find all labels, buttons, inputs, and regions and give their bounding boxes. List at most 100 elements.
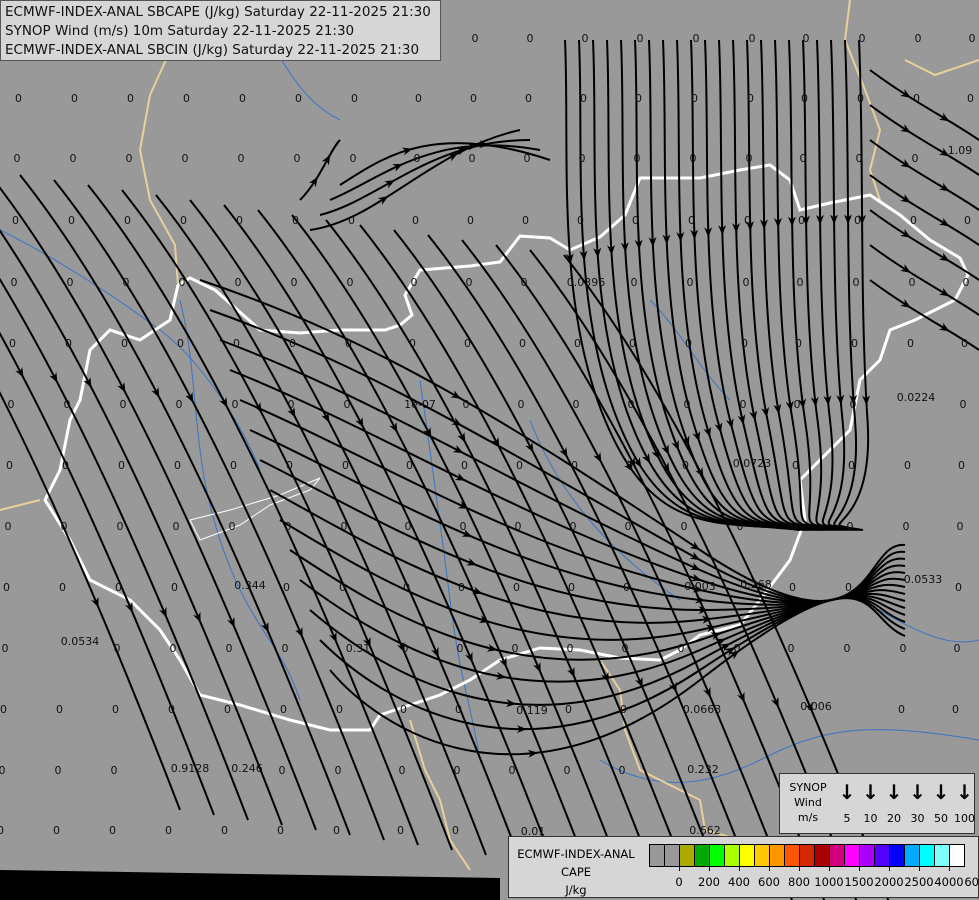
zero-value-label: 0 <box>622 642 629 655</box>
zero-value-label: 0 <box>461 459 468 472</box>
zero-value-label: 0 <box>123 276 130 289</box>
cin-value-label: 0.0534 <box>61 635 100 648</box>
wind-legend-item: ↓ 50 <box>930 782 952 825</box>
zero-value-label: 0 <box>464 337 471 350</box>
title-line-wind: SYNOP Wind (m/s) 10m Saturday 22-11-2025… <box>5 23 355 39</box>
zero-value-label: 0 <box>342 459 349 472</box>
zero-value-label: 0 <box>411 276 418 289</box>
zero-value-label: 0 <box>230 459 237 472</box>
zero-value-label: 0 <box>0 703 7 716</box>
zero-value-label: 0 <box>568 581 575 594</box>
zero-value-label: 0 <box>412 214 419 227</box>
zero-value-label: 0 <box>565 703 572 716</box>
zero-value-label: 0 <box>124 214 131 227</box>
zero-value-label: 0 <box>522 214 529 227</box>
zero-value-label: 0 <box>574 337 581 350</box>
zero-value-label: 0 <box>179 276 186 289</box>
zero-value-label: 0 <box>9 337 16 350</box>
zero-value-label: 0 <box>285 520 292 533</box>
zero-value-label: 0 <box>399 764 406 777</box>
weather-map[interactable]: 1.09 0.0396 0.0224 1e-07 0.0723 0.344 0.003 0.2… <box>0 0 979 900</box>
wind-legend-item: ↓ 20 <box>883 782 905 825</box>
cape-color-swatch <box>785 845 800 866</box>
zero-value-label: 0 <box>56 703 63 716</box>
zero-value-label: 0 <box>691 92 698 105</box>
cape-color-swatch <box>905 845 920 866</box>
zero-value-label: 0 <box>749 32 756 45</box>
cape-color-bar <box>649 844 965 867</box>
zero-value-label: 0 <box>747 92 754 105</box>
zero-value-label: 0 <box>11 276 18 289</box>
zero-value-label: 0 <box>854 214 861 227</box>
zero-value-label: 0 <box>335 764 342 777</box>
wind-legend-subtitle: Wind <box>794 796 822 809</box>
zero-value-label: 0 <box>857 92 864 105</box>
arrow-down-icon: ↓ <box>885 780 903 804</box>
zero-value-label: 0 <box>5 520 12 533</box>
zero-value-label: 0 <box>693 32 700 45</box>
zero-value-label: 0 <box>226 642 233 655</box>
zero-value-label: 0 <box>845 581 852 594</box>
cin-value-label: 0.344 <box>234 579 266 592</box>
zero-value-label: 0 <box>527 32 534 45</box>
zero-value-label: 0 <box>954 642 961 655</box>
zero-value-label: 0 <box>678 642 685 655</box>
zero-value-label: 0 <box>900 642 907 655</box>
cape-color-swatch <box>815 845 830 866</box>
zero-value-label: 0 <box>55 764 62 777</box>
zero-value-label: 0 <box>467 214 474 227</box>
zero-value-label: 0 <box>904 459 911 472</box>
zero-value-label: 0 <box>15 92 22 105</box>
cape-color-swatch <box>845 845 860 866</box>
wind-legend-item: ↓ 30 <box>907 782 929 825</box>
zero-value-label: 0 <box>961 337 968 350</box>
zero-value-label: 0 <box>637 32 644 45</box>
zero-value-label: 0 <box>457 642 464 655</box>
cin-value-label: 0.232 <box>687 763 719 776</box>
zero-value-label: 0 <box>118 459 125 472</box>
zero-value-label: 0 <box>912 152 919 165</box>
zero-value-label: 0 <box>280 703 287 716</box>
zero-value-label: 0 <box>898 703 905 716</box>
zero-value-label: 0 <box>844 642 851 655</box>
cin-value-label: 0.006 <box>800 700 832 713</box>
wind-legend-item: ↓ 10 <box>860 782 882 825</box>
wind-legend-unit: m/s <box>797 811 819 824</box>
zero-value-label: 0 <box>176 398 183 411</box>
cape-color-swatch <box>740 845 755 866</box>
zero-value-label: 0 <box>3 581 10 594</box>
cape-color-swatch <box>950 845 964 866</box>
arrow-down-icon: ↓ <box>956 780 973 804</box>
zero-value-label: 0 <box>625 520 632 533</box>
cape-color-swatch <box>665 845 680 866</box>
wind-legend-item: ↓ 5 <box>836 782 858 825</box>
zero-value-label: 0 <box>117 520 124 533</box>
zero-value-label: 0 <box>350 152 357 165</box>
zero-value-label: 0 <box>744 214 751 227</box>
cape-color-swatch <box>725 845 740 866</box>
zero-value-label: 0 <box>289 337 296 350</box>
wind-speed-label: 100 <box>954 812 975 825</box>
zero-value-label: 0 <box>333 824 340 837</box>
zero-value-label: 0 <box>347 276 354 289</box>
cape-color-swatch <box>650 845 665 866</box>
zero-value-label: 0 <box>397 824 404 837</box>
map-title-box: ECMWF-INDEX-ANAL SBCAPE (J/kg) Saturday … <box>0 0 441 61</box>
zero-value-label: 0 <box>969 32 976 45</box>
zero-value-label: 0 <box>177 337 184 350</box>
zero-value-label: 0 <box>182 152 189 165</box>
zero-value-label: 0 <box>915 32 922 45</box>
cape-color-swatch <box>770 845 785 866</box>
wind-legend-title: SYNOP <box>789 781 827 794</box>
zero-value-label: 0 <box>682 459 689 472</box>
zero-value-label: 0 <box>61 520 68 533</box>
zero-value-label: 0 <box>68 214 75 227</box>
zero-value-label: 0 <box>295 92 302 105</box>
zero-value-label: 0 <box>348 214 355 227</box>
zero-value-label: 0 <box>746 152 753 165</box>
zero-value-label: 0 <box>907 337 914 350</box>
arrow-down-icon: ↓ <box>838 780 856 804</box>
cape-color-swatch <box>695 845 710 866</box>
cape-tick-label: 6000 <box>959 867 979 889</box>
zero-value-label: 0 <box>791 520 798 533</box>
